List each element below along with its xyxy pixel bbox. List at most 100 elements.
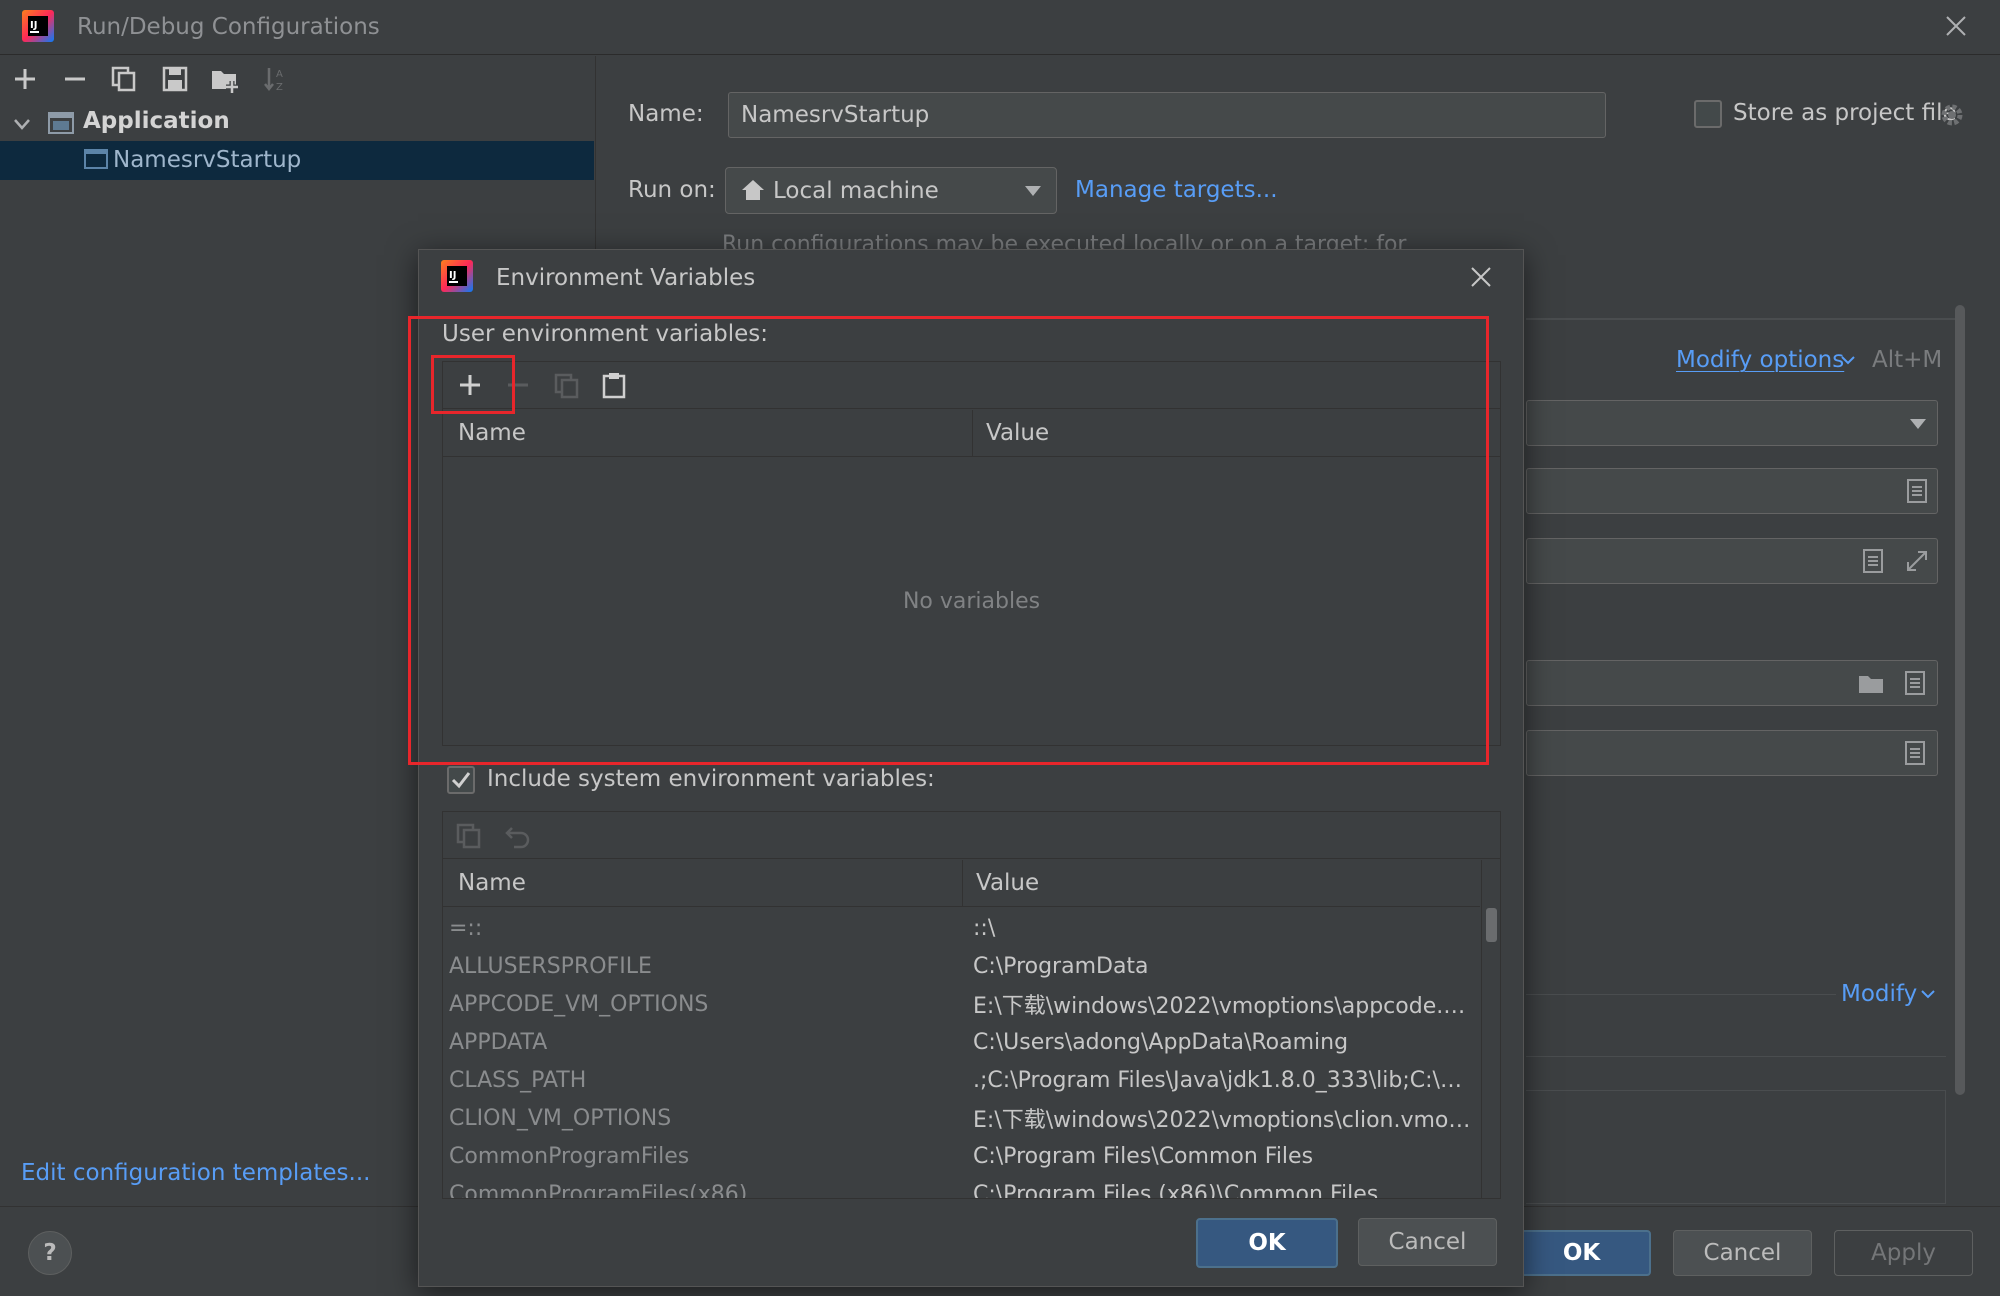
tree-group-application[interactable]: Application (83, 108, 230, 134)
help-button[interactable]: ? (28, 1231, 72, 1275)
checkmark-icon (451, 772, 471, 789)
separator (1526, 318, 1962, 320)
scrollbar[interactable] (1481, 860, 1500, 1198)
env-var-value: C:\Program Files\Common Files (973, 1143, 1314, 1169)
chevron-down-icon[interactable] (12, 114, 32, 134)
env-var-value: C:\ProgramData (973, 953, 1149, 979)
logs-panel (1526, 1090, 1946, 1204)
sort-icon: AZ (262, 65, 290, 93)
table-row[interactable]: =::::\ (443, 909, 1480, 947)
system-env-rows: =::::\ALLUSERSPROFILE C:\ProgramDataAPPCO… (443, 909, 1480, 1199)
expand-icon[interactable] (1905, 549, 1929, 573)
env-var-name: APPCODE_VM_OPTIONS (449, 991, 709, 1017)
env-var-value: C:\Users\adong\AppData\Roaming (973, 1029, 1349, 1055)
module-dropdown[interactable] (1526, 400, 1938, 446)
scrollbar-thumb[interactable] (1486, 908, 1497, 942)
dropdown-arrow-icon (1909, 418, 1927, 430)
dialog-title: Environment Variables (496, 265, 756, 291)
gear-icon[interactable] (1939, 102, 1965, 128)
value-column-header[interactable]: Value (963, 870, 1039, 896)
manage-targets-link[interactable]: Manage targets... (1075, 177, 1278, 203)
table-row[interactable]: APPDATA C:\Users\adong\AppData\Roaming (443, 1023, 1480, 1061)
close-icon[interactable] (1469, 265, 1493, 289)
env-var-value: ::\ (973, 915, 996, 941)
dropdown-arrow-icon (1024, 185, 1042, 197)
list-icon[interactable] (1905, 671, 1925, 695)
working-dir-field[interactable] (1526, 660, 1938, 706)
name-column-header[interactable]: Name (443, 860, 963, 906)
name-field[interactable]: NamesrvStartup (728, 92, 1606, 138)
system-env-toolbar (443, 812, 1500, 859)
chevron-down-icon[interactable] (1840, 352, 1856, 368)
jre-field[interactable] (1526, 468, 1938, 514)
env-variables-field[interactable] (1526, 730, 1938, 776)
program-args-field[interactable] (1526, 538, 1938, 584)
env-var-name: CommonProgramFiles(x86) (449, 1181, 748, 1199)
svg-text:IJ: IJ (449, 270, 456, 281)
name-field-value: NamesrvStartup (741, 102, 930, 128)
env-var-name: =:: (449, 915, 483, 941)
copy-icon[interactable] (110, 65, 138, 93)
intellij-logo-icon: IJ (441, 260, 473, 292)
ok-button[interactable]: OK (1512, 1230, 1651, 1276)
system-env-table: Name Value =::::\ ALLUSERSPROFILE C:\Progr… (442, 811, 1501, 1199)
folder-add-icon[interactable] (210, 65, 240, 93)
modify-options-shortcut: Alt+M (1872, 347, 1943, 373)
dialog-cancel-button[interactable]: Cancel (1358, 1218, 1497, 1266)
env-var-name: CommonProgramFiles (449, 1143, 690, 1169)
svg-text:IJ: IJ (30, 20, 37, 31)
env-var-name: APPDATA (449, 1029, 548, 1055)
remove-icon[interactable] (62, 66, 88, 92)
name-label: Name: (628, 101, 704, 127)
edit-templates-link[interactable]: Edit configuration templates... (21, 1160, 370, 1186)
window-title: Run/Debug Configurations (77, 14, 380, 40)
intellij-logo-icon: IJ (22, 10, 54, 42)
chevron-down-icon[interactable] (1920, 986, 1936, 1002)
table-row[interactable]: CommonProgramFiles(x86) C:\Program Files … (443, 1175, 1480, 1199)
application-folder-icon (47, 110, 75, 136)
svg-text:A: A (276, 69, 283, 80)
modify-options-link[interactable]: Modify options (1676, 347, 1844, 373)
table-row[interactable]: CommonProgramFiles C:\Program Files\Commo… (443, 1137, 1480, 1175)
env-var-value: E:\下载\windows\2022\vmoptions\appcode.vmo… (973, 994, 1473, 1019)
folder-icon[interactable] (1857, 672, 1887, 696)
copy-icon (455, 822, 483, 850)
application-config-icon (83, 147, 109, 171)
include-system-env-checkbox[interactable] (447, 766, 475, 794)
save-icon[interactable] (161, 65, 189, 93)
table-row[interactable]: APPCODE_VM_OPTIONS E:\下载\windows\2022\vmo… (443, 985, 1480, 1023)
list-icon[interactable] (1863, 549, 1883, 573)
modify-link[interactable]: Modify (1841, 981, 1917, 1007)
include-system-env-label[interactable]: Include system environment variables: (487, 766, 935, 792)
env-var-value: C:\Program Files (x86)\Common Files (973, 1181, 1379, 1199)
separator (1526, 994, 1836, 995)
env-var-name: CLION_VM_OPTIONS (449, 1105, 672, 1131)
system-env-header: Name Value (443, 860, 1480, 907)
apply-button[interactable]: Apply (1834, 1230, 1973, 1276)
highlight-add-button-box (431, 355, 515, 414)
separator (1526, 1056, 1946, 1057)
table-row[interactable]: CLASS_PATH .;C:\Program Files\Java\jdk1.8… (443, 1061, 1480, 1099)
store-as-project-checkbox[interactable] (1694, 100, 1722, 128)
tree-item-namesrvstartup[interactable]: NamesrvStartup (0, 141, 594, 180)
env-var-value: .;C:\Program Files\Java\jdk1.8.0_333\lib… (973, 1067, 1473, 1093)
table-row[interactable]: ALLUSERSPROFILE C:\ProgramData (443, 947, 1480, 985)
svg-text:Z: Z (276, 82, 283, 93)
title-bar: IJ Run/Debug Configurations (0, 0, 2000, 55)
home-icon (740, 178, 766, 202)
list-icon[interactable] (1907, 479, 1927, 503)
env-var-name: CLASS_PATH (449, 1067, 587, 1093)
list-icon[interactable] (1905, 741, 1925, 765)
add-icon[interactable] (12, 66, 38, 92)
revert-icon (504, 822, 532, 850)
cancel-button[interactable]: Cancel (1673, 1230, 1812, 1276)
highlight-user-env-box (408, 316, 1489, 765)
run-on-dropdown[interactable]: Local machine (725, 167, 1057, 214)
close-icon[interactable] (1944, 14, 1968, 38)
tree-item-label: NamesrvStartup (113, 147, 302, 173)
scrollbar[interactable] (1955, 305, 1965, 1095)
table-row[interactable]: CLION_VM_OPTIONS E:\下载\windows\2022\vmopt… (443, 1099, 1480, 1137)
dialog-ok-button[interactable]: OK (1196, 1218, 1338, 1268)
env-var-name: ALLUSERSPROFILE (449, 953, 652, 979)
store-as-project-label[interactable]: Store as project file (1733, 100, 1957, 126)
